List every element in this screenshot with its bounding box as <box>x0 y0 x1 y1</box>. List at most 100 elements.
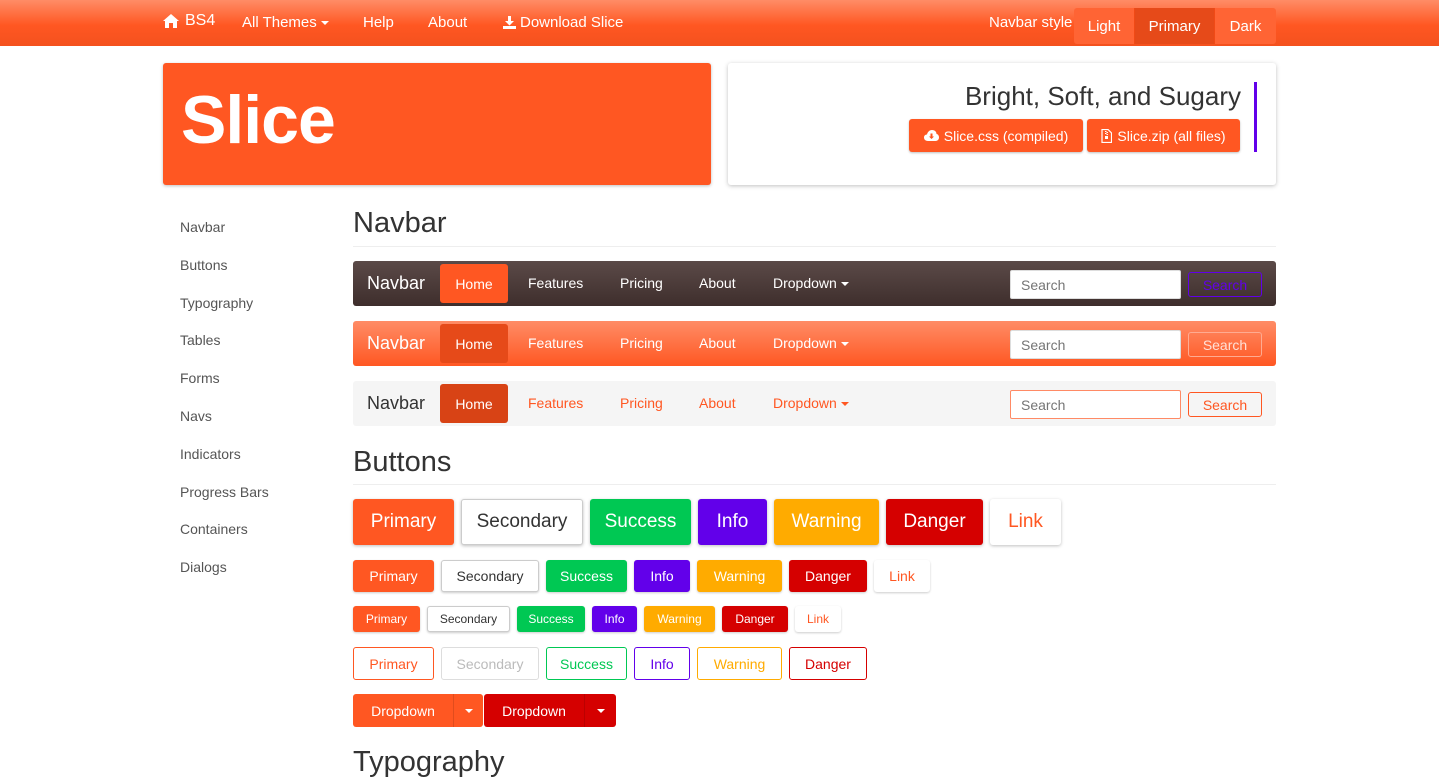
download-css-button[interactable]: Slice.css (compiled) <box>909 119 1083 152</box>
primary-outline-button[interactable]: Primary <box>353 647 434 680</box>
primary-button[interactable]: Primary <box>353 560 434 592</box>
info-button-sm[interactable]: Info <box>592 606 637 632</box>
demo-nav-home[interactable]: Home <box>440 324 508 363</box>
all-themes-label: All Themes <box>242 14 317 31</box>
chevron-down-icon <box>320 21 329 26</box>
chevron-down-icon <box>840 342 849 347</box>
demo-nav-home[interactable]: Home <box>440 384 508 423</box>
sidebar-item-navs[interactable]: Navs <box>180 408 212 424</box>
info-button-lg[interactable]: Info <box>698 499 767 545</box>
demo-search-input[interactable] <box>1010 270 1181 299</box>
demo-navbar-brand[interactable]: Navbar <box>367 393 425 414</box>
warning-button[interactable]: Warning <box>697 560 782 592</box>
demo-search-input[interactable] <box>1010 390 1181 419</box>
secondary-button[interactable]: Secondary <box>441 560 539 592</box>
download-link[interactable]: Download Slice <box>503 14 623 31</box>
all-themes-dropdown[interactable]: All Themes <box>242 14 329 31</box>
demo-nav-dropdown[interactable]: Dropdown <box>773 335 849 351</box>
demo-navbar-light: Navbar Home Features Pricing About Dropd… <box>353 381 1276 426</box>
demo-nav-features[interactable]: Features <box>528 335 583 351</box>
brand-label: BS4 <box>185 12 216 29</box>
style-light-button[interactable]: Light <box>1074 8 1135 44</box>
link-button[interactable]: Link <box>874 560 930 592</box>
sidebar-item-containers[interactable]: Containers <box>180 521 248 537</box>
success-button[interactable]: Success <box>546 560 627 592</box>
demo-nav-features[interactable]: Features <box>528 395 583 411</box>
demo-navbar-primary: Navbar Home Features Pricing About Dropd… <box>353 321 1276 366</box>
primary-dropdown-button[interactable]: Dropdown <box>353 694 453 727</box>
about-link[interactable]: About <box>428 14 467 31</box>
demo-nav-about[interactable]: About <box>699 335 736 351</box>
chevron-down-icon <box>840 282 849 287</box>
demo-nav-about[interactable]: About <box>699 275 736 291</box>
style-primary-button[interactable]: Primary <box>1135 8 1215 44</box>
demo-navbar-dark: Navbar Home Features Pricing About Dropd… <box>353 261 1276 306</box>
sidebar-item-forms[interactable]: Forms <box>180 370 220 386</box>
demo-nav-about[interactable]: About <box>699 395 736 411</box>
help-link[interactable]: Help <box>363 14 394 31</box>
warning-outline-button[interactable]: Warning <box>697 647 782 680</box>
demo-search-button[interactable]: Search <box>1188 332 1262 357</box>
promo-card: Bright, Soft, and Sugary Slice.css (comp… <box>728 63 1276 185</box>
secondary-outline-button[interactable]: Secondary <box>441 647 539 680</box>
sidebar-item-navbar[interactable]: Navbar <box>180 219 225 235</box>
section-title-typography: Typography <box>353 746 505 778</box>
danger-dropdown-toggle[interactable] <box>584 694 616 727</box>
demo-navbar-brand[interactable]: Navbar <box>367 333 425 354</box>
link-button-lg[interactable]: Link <box>990 499 1061 545</box>
success-outline-button[interactable]: Success <box>546 647 627 680</box>
chevron-down-icon <box>464 708 473 713</box>
warning-button-sm[interactable]: Warning <box>644 606 715 632</box>
download-icon <box>503 16 516 29</box>
primary-dropdown-toggle[interactable] <box>453 694 483 727</box>
download-zip-label: Slice.zip (all files) <box>1117 127 1226 144</box>
demo-navbar-brand[interactable]: Navbar <box>367 273 425 294</box>
section-title-buttons: Buttons <box>353 446 452 478</box>
sidebar-item-progress-bars[interactable]: Progress Bars <box>180 484 269 500</box>
demo-nav-home[interactable]: Home <box>440 264 508 303</box>
demo-nav-pricing[interactable]: Pricing <box>620 395 663 411</box>
info-button[interactable]: Info <box>634 560 690 592</box>
demo-search-input[interactable] <box>1010 330 1181 359</box>
primary-button-lg[interactable]: Primary <box>353 499 454 545</box>
accent-divider <box>1254 82 1257 152</box>
style-dark-button[interactable]: Dark <box>1215 8 1276 44</box>
demo-nav-pricing[interactable]: Pricing <box>620 335 663 351</box>
cloud-download-icon <box>923 130 939 141</box>
section-divider <box>353 484 1276 485</box>
danger-dropdown-button[interactable]: Dropdown <box>484 694 584 727</box>
hero-banner: Slice <box>163 63 711 185</box>
brand-link[interactable]: BS4 <box>163 12 215 30</box>
sidebar-item-indicators[interactable]: Indicators <box>180 446 241 462</box>
demo-nav-features[interactable]: Features <box>528 275 583 291</box>
demo-nav-dropdown-label: Dropdown <box>773 395 837 411</box>
secondary-button-lg[interactable]: Secondary <box>461 499 583 545</box>
warning-button-lg[interactable]: Warning <box>774 499 879 545</box>
sidebar-item-tables[interactable]: Tables <box>180 332 220 348</box>
danger-button-sm[interactable]: Danger <box>722 606 788 632</box>
secondary-button-sm[interactable]: Secondary <box>427 606 510 632</box>
danger-button-lg[interactable]: Danger <box>886 499 983 545</box>
sidebar-item-dialogs[interactable]: Dialogs <box>180 559 227 575</box>
success-button-lg[interactable]: Success <box>590 499 691 545</box>
info-outline-button[interactable]: Info <box>634 647 690 680</box>
demo-nav-dropdown[interactable]: Dropdown <box>773 275 849 291</box>
demo-nav-dropdown[interactable]: Dropdown <box>773 395 849 411</box>
demo-search-button[interactable]: Search <box>1188 392 1262 417</box>
section-title-navbar: Navbar <box>353 207 447 239</box>
primary-button-sm[interactable]: Primary <box>353 606 420 632</box>
danger-button[interactable]: Danger <box>789 560 867 592</box>
download-label: Download Slice <box>520 14 624 31</box>
danger-outline-button[interactable]: Danger <box>789 647 867 680</box>
download-zip-button[interactable]: Slice.zip (all files) <box>1087 119 1240 152</box>
link-button-sm[interactable]: Link <box>795 606 841 632</box>
hero-title: Slice <box>181 82 336 158</box>
navbar-style-group: Light Primary Dark <box>1074 8 1276 44</box>
demo-search-button[interactable]: Search <box>1188 272 1262 297</box>
sidebar-item-typography[interactable]: Typography <box>180 295 253 311</box>
sidebar-item-buttons[interactable]: Buttons <box>180 257 227 273</box>
home-icon <box>163 14 179 28</box>
success-button-sm[interactable]: Success <box>517 606 585 632</box>
file-zip-icon <box>1101 128 1113 143</box>
demo-nav-pricing[interactable]: Pricing <box>620 275 663 291</box>
